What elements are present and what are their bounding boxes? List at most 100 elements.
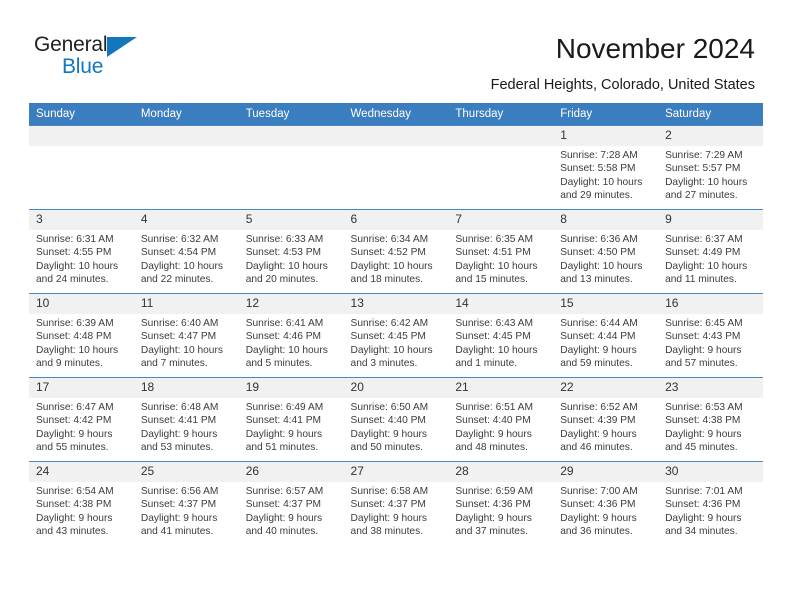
calendar-day-cell[interactable]: 11 Sunrise: 6:40 AM Sunset: 4:47 PM Dayligh… xyxy=(133,293,239,378)
sunset-text: Sunset: 5:57 PM xyxy=(665,163,741,175)
calendar-cell-empty xyxy=(133,125,239,210)
daylight-text: Daylight: 9 hours and 51 minutes. xyxy=(245,428,323,453)
day-details: Sunrise: 6:39 AM Sunset: 4:48 PM Daylight:… xyxy=(29,314,134,370)
daylight-text: Daylight: 10 hours and 22 minutes. xyxy=(140,260,223,285)
daylight-text: Daylight: 10 hours and 24 minutes. xyxy=(36,260,119,285)
calendar-day-cell[interactable]: 23 Sunrise: 6:53 AM Sunset: 4:38 PM Dayligh… xyxy=(658,377,763,462)
generalblue-logo[interactable]: General Blue xyxy=(34,33,154,79)
calendar-day-cell[interactable]: 24 Sunrise: 6:54 AM Sunset: 4:38 PM Dayligh… xyxy=(29,461,134,545)
sunrise-text: Sunrise: 6:47 AM xyxy=(36,402,114,413)
sunrise-text: Sunrise: 6:57 AM xyxy=(245,486,324,497)
day-number: 1 xyxy=(553,126,659,146)
day-number xyxy=(238,126,344,146)
calendar-day-cell[interactable]: 1 Sunrise: 7:28 AM Sunset: 5:58 PM Daylight… xyxy=(553,125,659,210)
calendar-day-cell[interactable]: 15 Sunrise: 6:44 AM Sunset: 4:44 PM Dayligh… xyxy=(553,293,659,378)
day-number: 29 xyxy=(553,462,659,482)
day-number: 2 xyxy=(658,126,763,146)
calendar-day-cell[interactable]: 30 Sunrise: 7:01 AM Sunset: 4:36 PM Dayligh… xyxy=(658,461,763,545)
daylight-text: Daylight: 10 hours and 9 minutes. xyxy=(36,344,119,369)
day-number: 4 xyxy=(133,210,239,230)
sunrise-text: Sunrise: 6:40 AM xyxy=(140,318,219,329)
weekday-header-tuesday: Tuesday xyxy=(238,103,344,126)
daylight-text: Daylight: 10 hours and 11 minutes. xyxy=(665,260,748,285)
calendar-day-cell[interactable]: 17 Sunrise: 6:47 AM Sunset: 4:42 PM Dayligh… xyxy=(29,377,134,462)
day-details: Sunrise: 6:32 AM Sunset: 4:54 PM Daylight:… xyxy=(134,230,239,286)
weekday-header-saturday: Saturday xyxy=(658,103,763,126)
day-number: 27 xyxy=(343,462,449,482)
sunset-text: Sunset: 5:58 PM xyxy=(560,163,636,175)
sunrise-text: Sunrise: 6:35 AM xyxy=(455,234,533,245)
sunset-text: Sunset: 4:40 PM xyxy=(455,415,531,427)
calendar-day-cell[interactable]: 28 Sunrise: 6:59 AM Sunset: 4:36 PM Dayligh… xyxy=(448,461,554,545)
logo-triangle-icon xyxy=(107,37,137,57)
daylight-text: Daylight: 10 hours and 27 minutes. xyxy=(665,176,748,201)
calendar-day-cell[interactable]: 5 Sunrise: 6:33 AM Sunset: 4:53 PM Daylight… xyxy=(238,209,344,294)
calendar-day-cell[interactable]: 7 Sunrise: 6:35 AM Sunset: 4:51 PM Daylight… xyxy=(448,209,554,294)
sunrise-text: Sunrise: 6:39 AM xyxy=(36,318,114,329)
calendar-cell-empty xyxy=(448,125,554,210)
sunrise-sunset-calendar: Sunday Monday Tuesday Wednesday Thursday… xyxy=(29,103,763,545)
daylight-text: Daylight: 10 hours and 13 minutes. xyxy=(560,260,643,285)
sunset-text: Sunset: 4:53 PM xyxy=(245,247,322,259)
logo-text-general: General xyxy=(34,33,108,56)
calendar-day-cell[interactable]: 3 Sunrise: 6:31 AM Sunset: 4:55 PM Daylight… xyxy=(29,209,134,294)
calendar-day-cell[interactable]: 10 Sunrise: 6:39 AM Sunset: 4:48 PM Dayligh… xyxy=(29,293,134,378)
calendar-day-cell[interactable]: 4 Sunrise: 6:32 AM Sunset: 4:54 PM Daylight… xyxy=(133,209,239,294)
sunset-text: Sunset: 4:40 PM xyxy=(350,415,426,427)
day-number: 16 xyxy=(658,294,763,314)
calendar-day-cell[interactable]: 22 Sunrise: 6:52 AM Sunset: 4:39 PM Dayligh… xyxy=(553,377,659,462)
calendar-day-cell[interactable]: 26 Sunrise: 6:57 AM Sunset: 4:37 PM Dayligh… xyxy=(238,461,344,545)
sunrise-text: Sunrise: 6:54 AM xyxy=(36,486,114,497)
daylight-text: Daylight: 9 hours and 34 minutes. xyxy=(665,512,742,537)
sunset-text: Sunset: 4:45 PM xyxy=(350,331,426,343)
day-number: 7 xyxy=(448,210,554,230)
calendar-day-cell[interactable]: 21 Sunrise: 6:51 AM Sunset: 4:40 PM Dayligh… xyxy=(448,377,554,462)
sunset-text: Sunset: 4:38 PM xyxy=(36,499,112,511)
day-details: Sunrise: 6:49 AM Sunset: 4:41 PM Daylight:… xyxy=(239,398,344,454)
sunrise-text: Sunrise: 6:41 AM xyxy=(245,318,324,329)
calendar-day-cell[interactable]: 20 Sunrise: 6:50 AM Sunset: 4:40 PM Dayligh… xyxy=(343,377,449,462)
calendar-day-cell[interactable]: 2 Sunrise: 7:29 AM Sunset: 5:57 PM Daylight… xyxy=(658,125,763,210)
sunset-text: Sunset: 4:52 PM xyxy=(350,247,426,259)
calendar-week-row: 24 Sunrise: 6:54 AM Sunset: 4:38 PM Dayligh… xyxy=(29,461,763,545)
calendar-cell-empty xyxy=(29,125,134,210)
sunset-text: Sunset: 4:44 PM xyxy=(560,331,636,343)
calendar-day-cell[interactable]: 18 Sunrise: 6:48 AM Sunset: 4:41 PM Dayligh… xyxy=(133,377,239,462)
calendar-day-cell[interactable]: 16 Sunrise: 6:45 AM Sunset: 4:43 PM Dayligh… xyxy=(658,293,763,378)
daylight-text: Daylight: 9 hours and 50 minutes. xyxy=(350,428,427,453)
day-details: Sunrise: 6:31 AM Sunset: 4:55 PM Daylight:… xyxy=(29,230,134,286)
day-details: Sunrise: 6:58 AM Sunset: 4:37 PM Daylight:… xyxy=(344,482,449,538)
calendar-day-cell[interactable]: 27 Sunrise: 6:58 AM Sunset: 4:37 PM Dayligh… xyxy=(343,461,449,545)
day-number: 8 xyxy=(553,210,659,230)
day-number: 30 xyxy=(658,462,763,482)
sunrise-text: Sunrise: 6:50 AM xyxy=(350,402,429,413)
sunset-text: Sunset: 4:37 PM xyxy=(350,499,426,511)
sunrise-text: Sunrise: 6:37 AM xyxy=(665,234,743,245)
daylight-text: Daylight: 10 hours and 18 minutes. xyxy=(350,260,433,285)
sunset-text: Sunset: 4:39 PM xyxy=(560,415,636,427)
calendar-day-cell[interactable]: 12 Sunrise: 6:41 AM Sunset: 4:46 PM Dayligh… xyxy=(238,293,344,378)
sunrise-text: Sunrise: 6:59 AM xyxy=(455,486,533,497)
calendar-day-cell[interactable]: 29 Sunrise: 7:00 AM Sunset: 4:36 PM Dayligh… xyxy=(553,461,659,545)
calendar-day-cell[interactable]: 14 Sunrise: 6:43 AM Sunset: 4:45 PM Dayligh… xyxy=(448,293,554,378)
sunset-text: Sunset: 4:36 PM xyxy=(455,499,531,511)
calendar-day-cell[interactable]: 9 Sunrise: 6:37 AM Sunset: 4:49 PM Daylight… xyxy=(658,209,763,294)
sunrise-text: Sunrise: 6:33 AM xyxy=(245,234,324,245)
daylight-text: Daylight: 9 hours and 45 minutes. xyxy=(665,428,742,453)
day-number: 13 xyxy=(343,294,449,314)
calendar-page: General Blue November 2024 Federal Heigh… xyxy=(0,0,792,612)
sunrise-text: Sunrise: 6:51 AM xyxy=(455,402,533,413)
day-number: 19 xyxy=(238,378,344,398)
weekday-header-wednesday: Wednesday xyxy=(343,103,449,126)
calendar-day-cell[interactable]: 13 Sunrise: 6:42 AM Sunset: 4:45 PM Dayligh… xyxy=(343,293,449,378)
calendar-day-cell[interactable]: 19 Sunrise: 6:49 AM Sunset: 4:41 PM Dayligh… xyxy=(238,377,344,462)
day-number: 24 xyxy=(29,462,134,482)
sunrise-text: Sunrise: 6:43 AM xyxy=(455,318,533,329)
calendar-day-cell[interactable]: 25 Sunrise: 6:56 AM Sunset: 4:37 PM Dayligh… xyxy=(133,461,239,545)
daylight-text: Daylight: 10 hours and 5 minutes. xyxy=(245,344,328,369)
calendar-day-cell[interactable]: 8 Sunrise: 6:36 AM Sunset: 4:50 PM Daylight… xyxy=(553,209,659,294)
daylight-text: Daylight: 10 hours and 1 minute. xyxy=(455,344,538,369)
day-details: Sunrise: 6:52 AM Sunset: 4:39 PM Daylight:… xyxy=(553,398,658,454)
calendar-day-cell[interactable]: 6 Sunrise: 6:34 AM Sunset: 4:52 PM Daylight… xyxy=(343,209,449,294)
weekday-header-monday: Monday xyxy=(133,103,239,126)
